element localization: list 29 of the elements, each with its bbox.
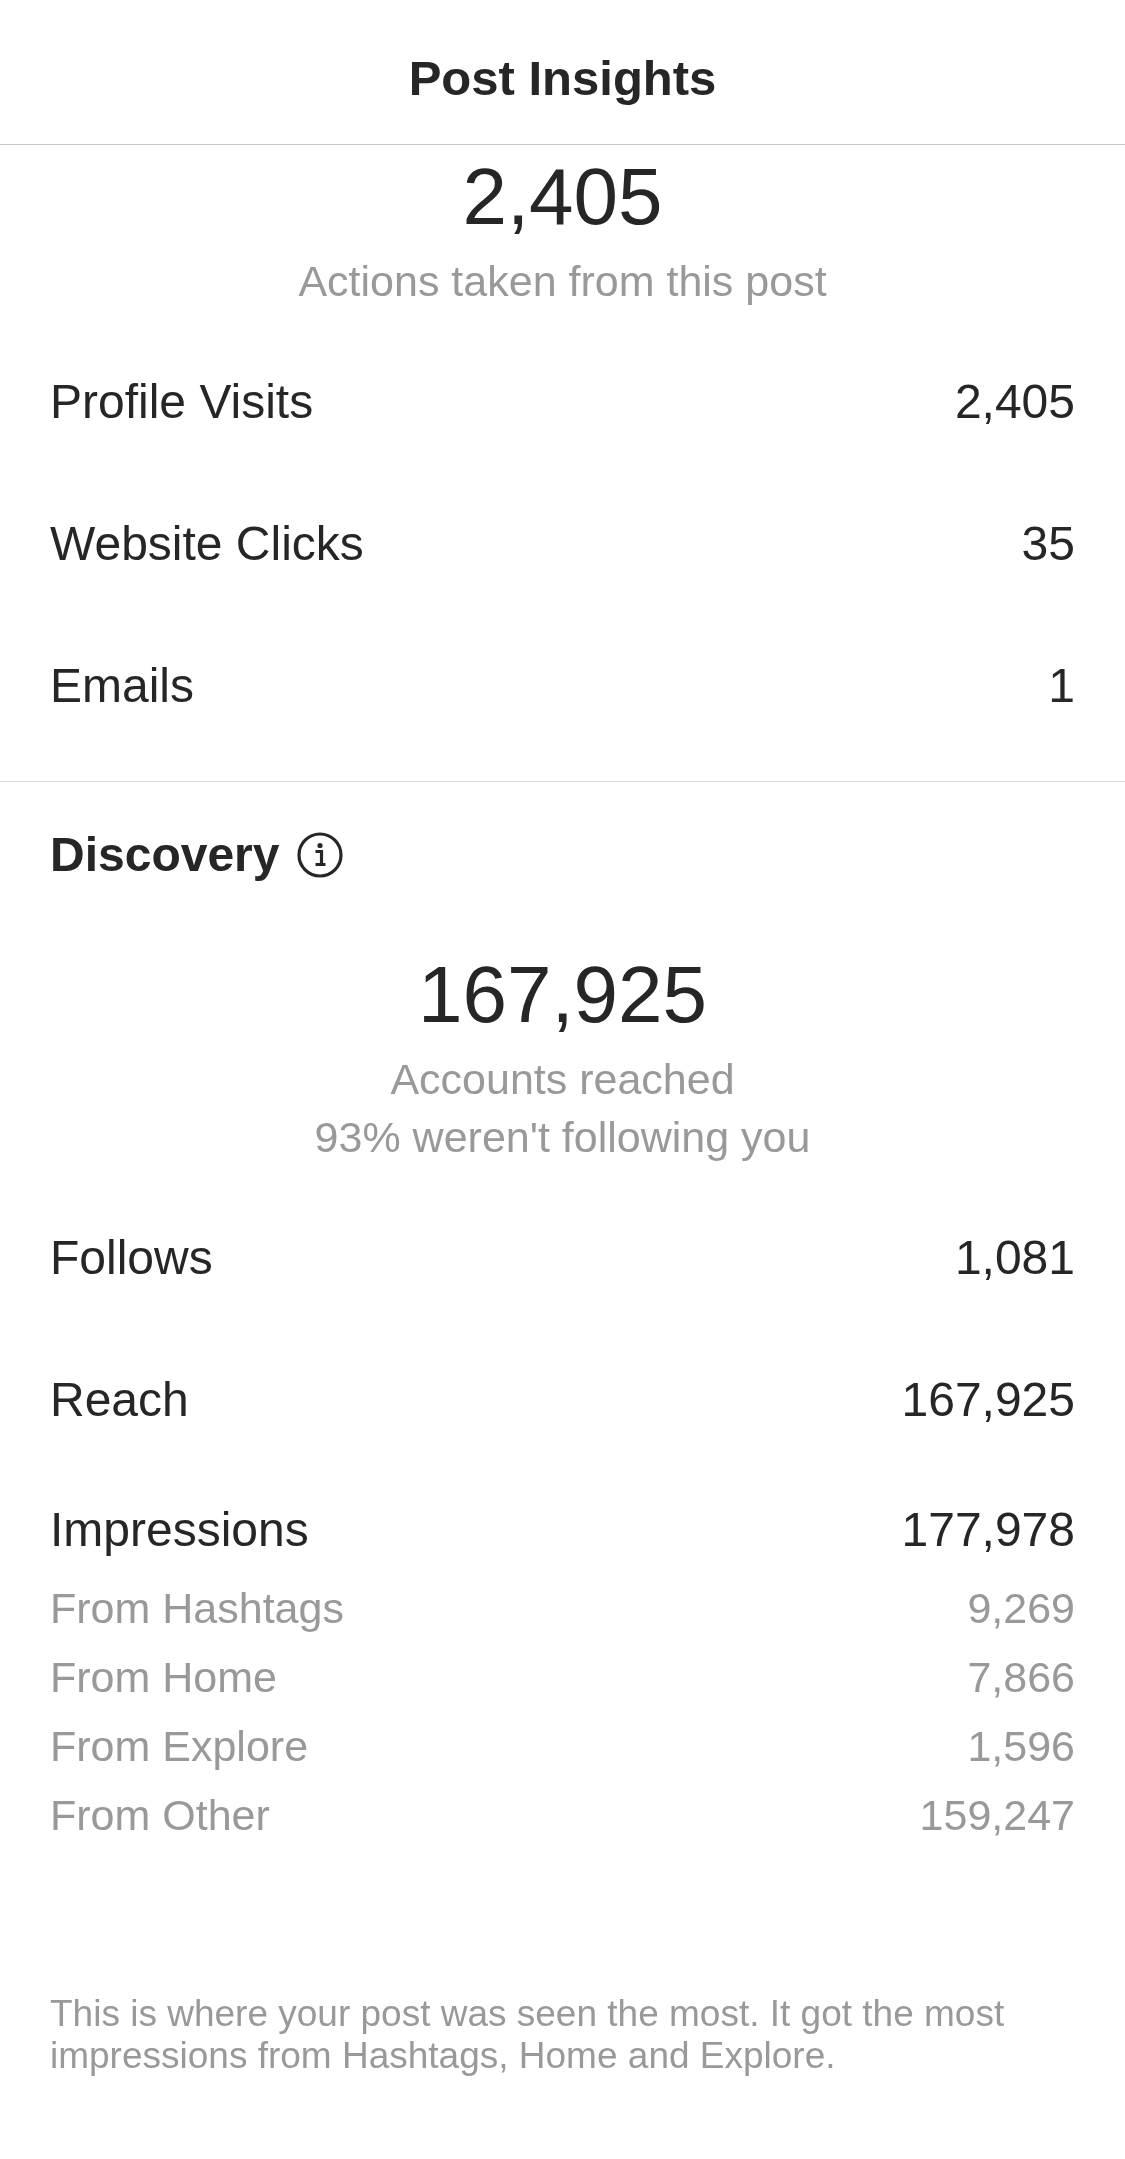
metric-value: 35 xyxy=(1021,516,1075,572)
metric-label: Website Clicks xyxy=(50,516,364,572)
breakdown-label: From Home xyxy=(50,1651,277,1703)
breakdown-value: 1,596 xyxy=(967,1720,1075,1772)
metric-value: 2,405 xyxy=(954,374,1075,430)
total-count: 167,925 xyxy=(417,949,708,1041)
metric-value: 167,925 xyxy=(901,1372,1075,1428)
total-caption: 93% weren't following you xyxy=(314,1112,811,1163)
metric-value: 1,081 xyxy=(954,1230,1075,1286)
metric-label: Profile Visits xyxy=(50,374,314,430)
metric-value: 177,978 xyxy=(901,1502,1075,1558)
breakdown-value: 9,269 xyxy=(967,1582,1075,1634)
total-count: 2,405 xyxy=(462,151,663,243)
info-icon[interactable] xyxy=(297,832,344,878)
metric-value: 1 xyxy=(1048,658,1075,714)
total-caption: Accounts reached xyxy=(390,1054,735,1105)
footnote-text: This is where your post was seen the most. It got the most impressions from Hashtags, Home and Explore. xyxy=(50,1993,1006,2077)
metric-label: Impressions xyxy=(50,1502,309,1558)
metric-label: Reach xyxy=(50,1372,189,1428)
breakdown-label: From Other xyxy=(50,1789,270,1841)
breakdown-value: 159,247 xyxy=(919,1789,1075,1841)
breakdown-label: From Hashtags xyxy=(50,1582,344,1634)
breakdown-label: From Explore xyxy=(50,1720,309,1772)
breakdown-value: 7,866 xyxy=(967,1651,1075,1703)
metric-label: Follows xyxy=(50,1230,213,1286)
section-heading: Discovery xyxy=(50,827,280,883)
metric-label: Emails xyxy=(50,658,195,714)
total-caption: Actions taken from this post xyxy=(298,256,827,307)
page-title: Post Insights xyxy=(408,50,717,107)
